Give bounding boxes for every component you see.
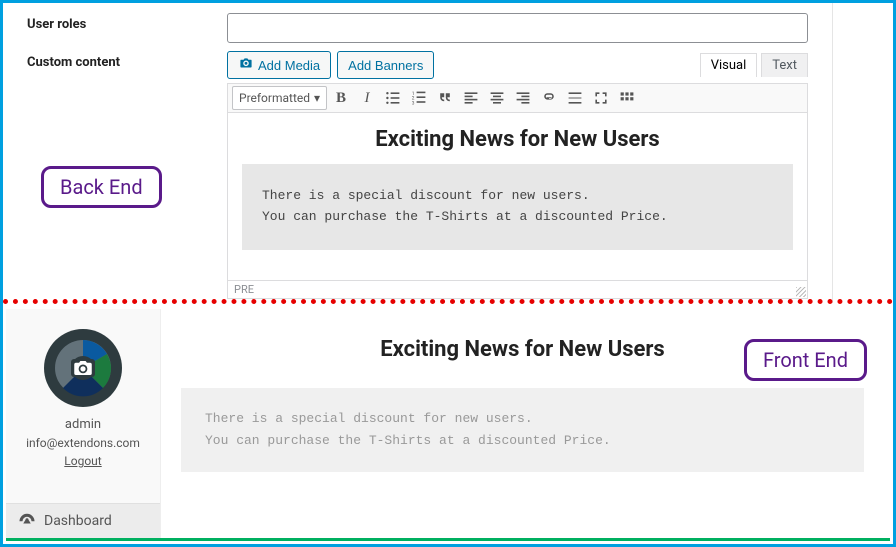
backend-callout: Back End bbox=[41, 166, 162, 208]
user-roles-label: User roles bbox=[27, 13, 227, 32]
insert-more-button[interactable] bbox=[563, 86, 587, 110]
custom-content-label: Custom content bbox=[27, 51, 227, 70]
tab-text[interactable]: Text bbox=[761, 53, 808, 77]
add-media-button[interactable]: Add Media bbox=[227, 51, 331, 79]
align-center-button[interactable] bbox=[485, 86, 509, 110]
content-pre-block: There is a special discount for new user… bbox=[242, 164, 793, 250]
camera-icon bbox=[71, 359, 95, 377]
dashboard-icon bbox=[18, 512, 36, 530]
editor-tab-group: Visual Text bbox=[700, 53, 808, 77]
format-selected-label: Preformatted bbox=[239, 91, 310, 105]
frontend-callout: Front End bbox=[744, 339, 867, 381]
editor-status-path: PRE bbox=[228, 280, 807, 298]
format-dropdown[interactable]: Preformatted ▾ bbox=[232, 86, 327, 110]
user-roles-input[interactable] bbox=[227, 13, 808, 43]
caret-down-icon: ▾ bbox=[314, 91, 320, 105]
fullscreen-button[interactable] bbox=[589, 86, 613, 110]
align-right-button[interactable] bbox=[511, 86, 535, 110]
sidebar-username: admin bbox=[65, 417, 101, 432]
toolbar-toggle-button[interactable] bbox=[615, 86, 639, 110]
section-divider bbox=[3, 299, 893, 304]
link-button[interactable] bbox=[537, 86, 561, 110]
user-roles-row: User roles bbox=[27, 13, 808, 43]
add-banners-label: Add Banners bbox=[348, 58, 423, 73]
frontend-pre-block: There is a special discount for new user… bbox=[181, 388, 864, 472]
sidebar-email: info@extendons.com bbox=[26, 436, 140, 450]
resize-handle[interactable] bbox=[796, 287, 806, 297]
numbered-list-button[interactable]: 123 bbox=[407, 86, 431, 110]
editor-content-area[interactable]: Exciting News for New Users There is a s… bbox=[227, 113, 808, 299]
sidebar-item-dashboard[interactable]: Dashboard bbox=[6, 503, 160, 538]
align-left-button[interactable] bbox=[459, 86, 483, 110]
tab-visual[interactable]: Visual bbox=[700, 53, 758, 77]
svg-text:3: 3 bbox=[412, 100, 415, 106]
bullet-list-button[interactable] bbox=[381, 86, 405, 110]
sidebar-item-label: Dashboard bbox=[44, 513, 112, 529]
logout-link[interactable]: Logout bbox=[64, 454, 101, 468]
bold-button[interactable]: B bbox=[329, 86, 353, 110]
composite-screenshot: User roles Custom content Add Media Add … bbox=[0, 0, 896, 547]
backend-panel: User roles Custom content Add Media Add … bbox=[3, 3, 833, 303]
media-icon bbox=[238, 57, 254, 74]
italic-button[interactable]: I bbox=[355, 86, 379, 110]
editor-toolbar: Preformatted ▾ B I 123 bbox=[227, 83, 808, 113]
content-heading: Exciting News for New Users bbox=[228, 127, 807, 152]
blockquote-button[interactable] bbox=[433, 86, 457, 110]
account-sidebar: admin info@extendons.com Logout Dashboar… bbox=[6, 309, 161, 538]
avatar[interactable] bbox=[44, 329, 122, 407]
add-banners-button[interactable]: Add Banners bbox=[337, 51, 434, 79]
add-media-label: Add Media bbox=[258, 58, 320, 73]
